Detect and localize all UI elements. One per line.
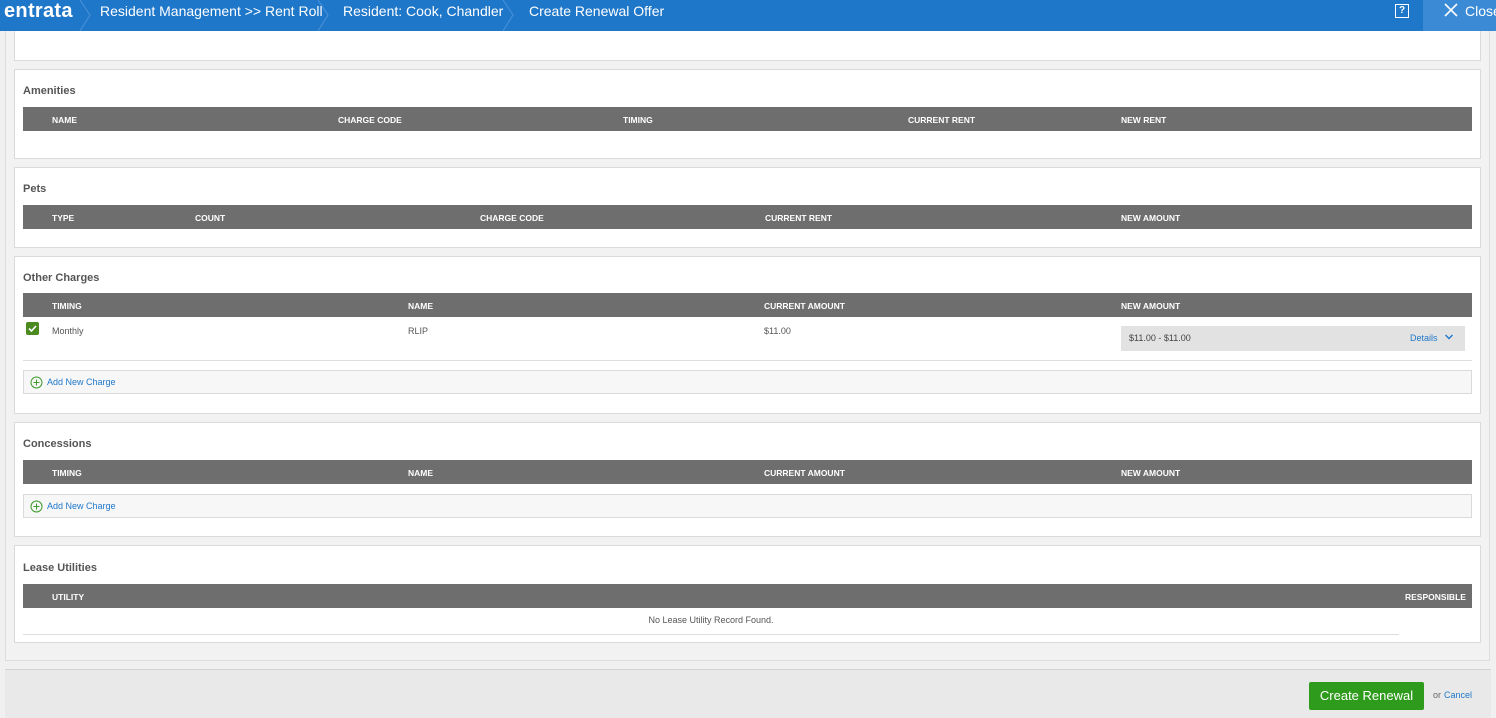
create-renewal-button[interactable]: Create Renewal [1309, 682, 1424, 710]
plus-circle-icon [30, 500, 43, 513]
breadcrumb-separator-icon [79, 0, 91, 31]
new-amount-value: $11.00 - $11.00 [1129, 333, 1191, 343]
chevron-down-icon[interactable] [1444, 332, 1454, 342]
column-header: CURRENT RENT [765, 213, 833, 223]
column-header: TYPE [52, 213, 75, 223]
column-header: NEW AMOUNT [1121, 213, 1181, 223]
column-header: NAME [52, 115, 78, 125]
entrata-logo[interactable]: entrata [4, 0, 73, 22]
or-text: or [1433, 690, 1442, 700]
empty-state-message: No Lease Utility Record Found. [648, 615, 774, 625]
breadcrumb-create-renewal-offer: Create Renewal Offer [529, 3, 665, 19]
breadcrumb-separator-icon [502, 0, 514, 31]
column-header: TIMING [52, 301, 82, 311]
charge-name: RLIP [408, 326, 429, 336]
charge-checkbox[interactable] [26, 322, 39, 335]
charge-current-amount: $11.00 [764, 326, 791, 336]
cancel-link[interactable]: Cancel [1444, 690, 1472, 700]
lease-utilities-table-header: UTILITY RESPONSIBLE [23, 584, 1472, 608]
column-header: CURRENT AMOUNT [764, 468, 845, 478]
column-header: CHARGE CODE [338, 115, 402, 125]
other-charges-table-header: TIMING NAME CURRENT AMOUNT NEW AMOUNT [23, 293, 1472, 317]
breadcrumb-separator-icon [317, 0, 329, 31]
close-button[interactable]: Close [1423, 0, 1496, 31]
column-header: NEW AMOUNT [1121, 301, 1181, 311]
pets-table-header: TYPE COUNT CHARGE CODE CURRENT RENT NEW … [23, 205, 1472, 229]
breadcrumb-resident[interactable]: Resident: Cook, Chandler [343, 0, 503, 22]
column-header: CURRENT RENT [908, 115, 976, 125]
add-new-charge-button[interactable]: Add New Charge [23, 370, 1472, 394]
plus-circle-icon [30, 376, 43, 389]
details-toggle[interactable]: Details [1410, 333, 1438, 343]
column-header: TIMING [52, 468, 82, 478]
column-header: NEW AMOUNT [1121, 468, 1181, 478]
add-new-charge-label: Add New Charge [47, 501, 116, 511]
column-header: CURRENT AMOUNT [764, 301, 845, 311]
new-amount-field[interactable]: $11.00 - $11.00 Details [1121, 326, 1465, 351]
close-icon [1444, 3, 1458, 17]
column-header: NEW RENT [1121, 115, 1167, 125]
column-header: TIMING [623, 115, 653, 125]
charge-timing: Monthly [52, 326, 84, 336]
concessions-title: Concessions [23, 438, 92, 450]
footer-action-bar: Create Renewal or Cancel [5, 669, 1491, 718]
checkmark-icon [28, 325, 37, 333]
amenities-table-header: NAME CHARGE CODE TIMING CURRENT RENT NEW… [23, 107, 1472, 131]
help-icon[interactable]: ? [1395, 4, 1409, 18]
row-divider [23, 634, 1399, 635]
column-header: COUNT [195, 213, 226, 223]
column-header: NAME [408, 301, 434, 311]
previous-section-panel [14, 31, 1481, 61]
breadcrumb-rent-roll[interactable]: Resident Management >> Rent Roll [100, 0, 323, 22]
close-label: Close [1465, 3, 1496, 19]
amenities-title: Amenities [23, 85, 76, 97]
column-header: NAME [408, 468, 434, 478]
top-bar: entrata Resident Management >> Rent Roll… [0, 0, 1496, 31]
add-new-charge-label: Add New Charge [47, 377, 116, 387]
other-charges-title: Other Charges [23, 272, 100, 284]
column-header: RESPONSIBLE [1405, 592, 1466, 602]
pets-title: Pets [23, 183, 47, 195]
concessions-table-header: TIMING NAME CURRENT AMOUNT NEW AMOUNT [23, 460, 1472, 484]
column-header: CHARGE CODE [480, 213, 544, 223]
lease-utilities-title: Lease Utilities [23, 562, 97, 574]
row-divider [23, 360, 1472, 361]
column-header: UTILITY [52, 592, 85, 602]
add-new-concession-button[interactable]: Add New Charge [23, 494, 1472, 518]
